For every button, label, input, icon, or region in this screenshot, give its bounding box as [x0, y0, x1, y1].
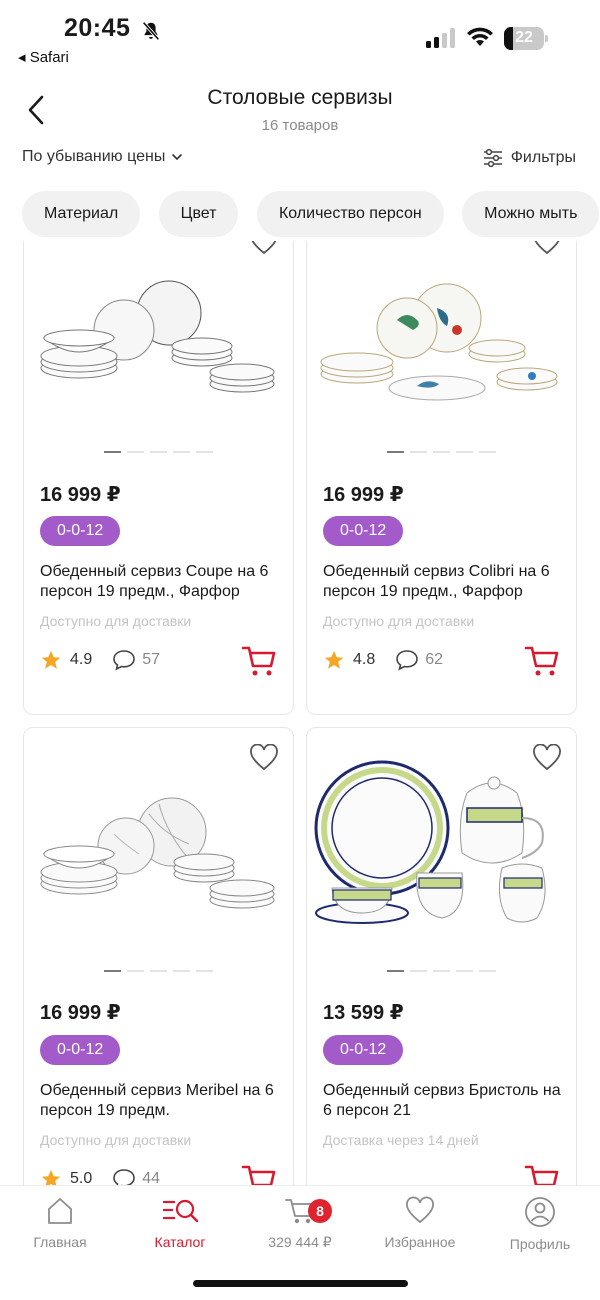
bell-off-icon	[142, 21, 160, 41]
installment-badge: 0-0-12	[40, 516, 121, 546]
installment-badge: 0-0-12	[323, 516, 404, 546]
product-card[interactable]: 16 999 ₽ 0-0-12 Обеденный сервиз Coupe н…	[23, 241, 294, 715]
chip-material[interactable]: Материал	[22, 191, 141, 237]
tab-home[interactable]: Главная	[0, 1196, 120, 1250]
add-to-cart-icon[interactable]	[241, 1163, 277, 1185]
product-grid: 16 999 ₽ 0-0-12 Обеденный сервиз Coupe н…	[0, 241, 600, 1185]
product-image	[40, 280, 275, 393]
product-card[interactable]: 16 999 ₽ 0-0-12 Обеденный сервиз Meribel…	[23, 727, 294, 1185]
product-name[interactable]: Обеденный сервиз Бристоль на 6 персон 21	[323, 1081, 568, 1121]
sort-filter-row: По убыванию цены Фильтры	[0, 146, 600, 172]
tab-cart-label: 329 444 ₽	[268, 1234, 332, 1250]
product-card[interactable]: 13 599 ₽ 0-0-12 Обеденный сервиз Бристол…	[306, 727, 577, 1185]
chip-persons[interactable]: Количество персон	[256, 191, 444, 237]
rating-value: 4.8	[353, 651, 376, 668]
chip-color[interactable]: Цвет	[158, 191, 239, 237]
availability-status: Доступно для доставки	[40, 1132, 192, 1148]
product-price: 16 999 ₽	[40, 484, 121, 506]
comment-icon	[396, 650, 419, 671]
heart-icon[interactable]	[249, 744, 279, 772]
tab-catalog[interactable]: Каталог	[120, 1196, 240, 1250]
star-icon	[324, 650, 344, 669]
page-title: Столовые сервизы	[207, 86, 393, 109]
availability-status: Доступно для доставки	[40, 613, 192, 629]
sort-label: По убыванию цены	[22, 148, 166, 165]
rating-value: 5.0	[70, 1170, 93, 1185]
product-name[interactable]: Обеденный сервиз Colibri на 6 персон 19 …	[323, 562, 568, 602]
filter-chips: Материал Цвет Количество персон Можно мы…	[22, 191, 600, 237]
tab-cart[interactable]: 8 329 444 ₽	[240, 1196, 360, 1251]
cart-count-badge: 8	[308, 1199, 332, 1223]
availability-status: Доставка через 14 дней	[323, 1132, 479, 1148]
status-bar: 20:45 ◂ Safari 22	[0, 0, 600, 72]
image-pagination	[387, 451, 496, 453]
product-rating: 5.0 44	[40, 1168, 160, 1185]
installment-badge: 0-0-12	[323, 1035, 404, 1065]
heart-icon[interactable]	[532, 241, 562, 256]
product-price: 13 599 ₽	[323, 1002, 404, 1024]
tab-home-label: Главная	[33, 1234, 87, 1250]
battery-level: 22	[515, 29, 533, 46]
image-pagination	[104, 970, 213, 972]
sort-dropdown[interactable]: По убыванию цены	[22, 148, 183, 166]
star-icon	[41, 1169, 61, 1185]
reviews-count: 62	[425, 651, 444, 668]
installment-badge: 0-0-12	[40, 1035, 121, 1065]
star-icon	[41, 650, 61, 669]
product-image	[320, 283, 558, 401]
reviews[interactable]: 62	[395, 649, 443, 671]
chevron-down-icon	[172, 154, 183, 161]
comment-icon	[113, 1169, 136, 1185]
battery-icon: 22	[504, 27, 548, 50]
reviews-count: 57	[142, 651, 161, 668]
status-time: 20:45	[64, 14, 131, 42]
home-indicator	[193, 1280, 408, 1287]
heart-icon[interactable]	[249, 241, 279, 256]
tab-profile-label: Профиль	[509, 1236, 571, 1252]
product-price: 16 999 ₽	[40, 1002, 121, 1024]
image-pagination	[387, 970, 496, 972]
home-icon	[48, 1198, 72, 1224]
filters-button[interactable]: Фильтры	[483, 148, 576, 168]
product-rating: 4.8 62	[323, 649, 443, 671]
heart-icon[interactable]	[532, 744, 562, 772]
reviews[interactable]: 57	[112, 649, 160, 671]
product-name[interactable]: Обеденный сервиз Coupe на 6 персон 19 пр…	[40, 562, 285, 602]
add-to-cart-icon[interactable]	[524, 1163, 560, 1185]
tab-catalog-label: Каталог	[154, 1234, 206, 1250]
profile-icon	[525, 1197, 555, 1227]
product-name[interactable]: Обеденный сервиз Meribel на 6 персон 19 …	[40, 1081, 285, 1121]
wifi-icon	[467, 27, 493, 46]
add-to-cart-icon[interactable]	[241, 644, 277, 678]
catalog-search-icon	[163, 1199, 199, 1223]
reviews[interactable]: 44	[112, 1168, 160, 1185]
product-price: 16 999 ₽	[323, 484, 404, 506]
add-to-cart-icon[interactable]	[524, 644, 560, 678]
chip-dishwasher[interactable]: Можно мыть	[462, 191, 600, 237]
comment-icon	[113, 650, 136, 671]
filter-sliders-icon	[483, 148, 502, 168]
heart-icon	[406, 1196, 434, 1224]
product-count: 16 товаров	[261, 117, 339, 134]
tab-profile[interactable]: Профиль	[480, 1196, 600, 1252]
filters-label: Фильтры	[510, 149, 576, 166]
tab-favorites-label: Избранное	[384, 1234, 456, 1250]
product-rating: 4.9 57	[40, 649, 160, 671]
product-card[interactable]: 16 999 ₽ 0-0-12 Обеденный сервиз Colibri…	[306, 241, 577, 715]
reviews-count: 44	[142, 1170, 161, 1185]
rating-value: 4.9	[70, 651, 93, 668]
tab-favorites[interactable]: Избранное	[360, 1196, 480, 1250]
signal-icon	[426, 28, 455, 48]
back-to-safari[interactable]: ◂ Safari	[18, 48, 69, 66]
availability-status: Доступно для доставки	[323, 613, 475, 629]
product-image	[40, 797, 275, 909]
image-pagination	[104, 451, 213, 453]
